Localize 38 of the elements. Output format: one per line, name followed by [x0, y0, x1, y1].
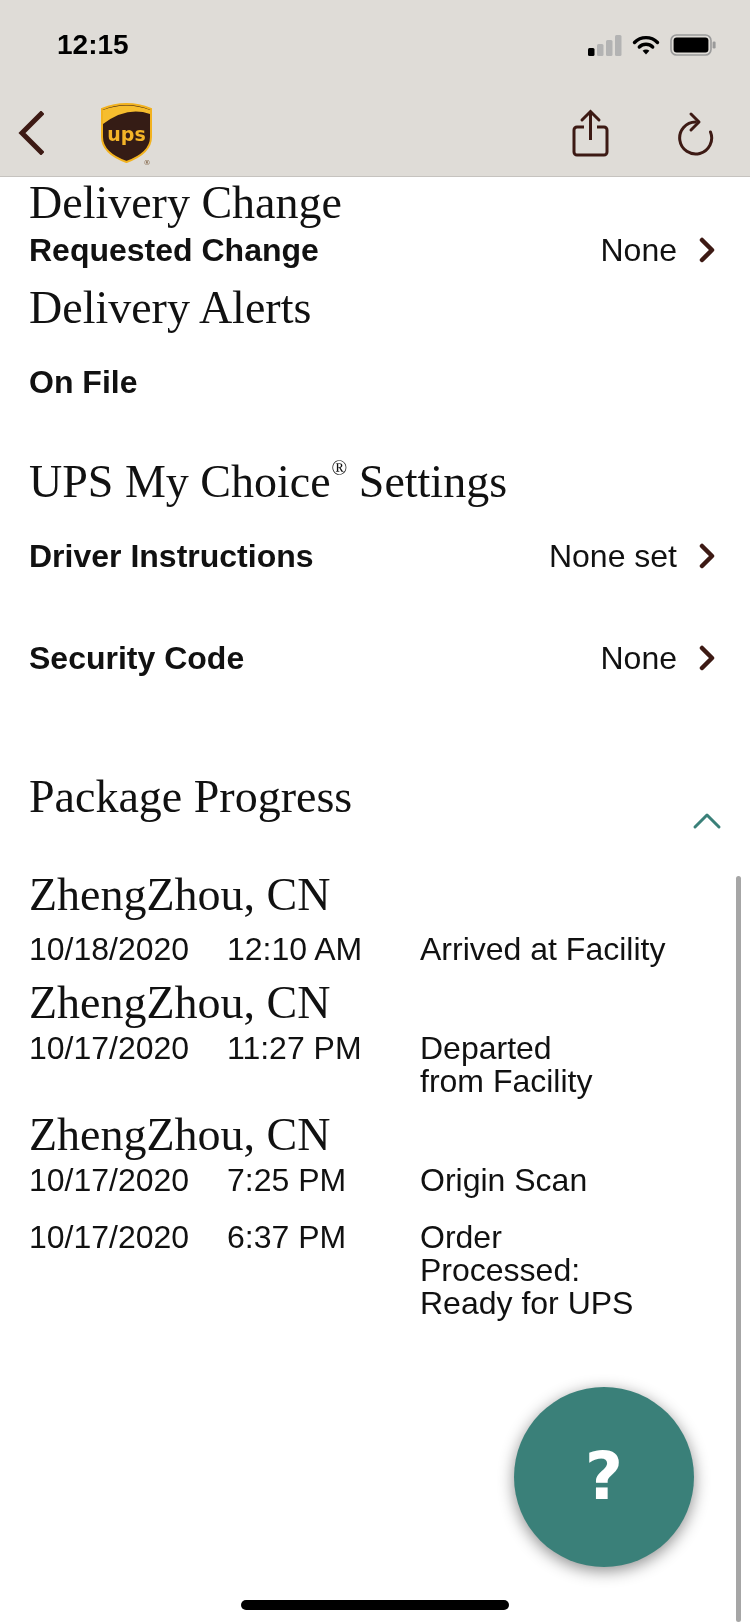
location-name: ZhengZhou, CN: [29, 869, 332, 921]
event-status: Arrived at Facility: [420, 933, 666, 966]
status-time: 12:15: [57, 31, 129, 59]
back-icon[interactable]: [18, 111, 44, 155]
chevron-right-icon[interactable]: [698, 543, 716, 569]
setting-value: None set: [548, 538, 677, 574]
section-title: Delivery Alerts: [29, 282, 313, 334]
event-date: 10/17/2020: [29, 1221, 190, 1257]
chevron-up-icon[interactable]: [692, 811, 722, 831]
chevron-right-icon[interactable]: [698, 237, 716, 263]
event-date: 10/17/2020: [29, 1032, 190, 1068]
event-date: 10/17/2020: [29, 1164, 190, 1197]
event-status: Order Processed: Ready for UPS: [420, 1221, 634, 1320]
share-icon[interactable]: [572, 109, 609, 157]
section-title: Package Progress: [29, 771, 353, 823]
section-title: Delivery Change: [29, 177, 343, 229]
event-time: 11:27 PM: [227, 1032, 362, 1068]
event-time: 7:25 PM: [227, 1164, 347, 1197]
section-title: UPS My Choice$^{®}$ Settings: [29, 456, 509, 508]
battery-icon: [670, 34, 716, 56]
help-button[interactable]: ?: [514, 1387, 694, 1567]
refresh-icon[interactable]: [677, 110, 714, 156]
event-time: 6:37 PM: [227, 1221, 347, 1257]
event-time: 12:10 AM: [227, 933, 363, 966]
setting-value: None: [600, 640, 677, 676]
chevron-right-icon[interactable]: [698, 645, 716, 671]
setting-label: Driver Instructions: [29, 538, 314, 574]
wifi-icon: [632, 35, 660, 55]
setting-label: Security Code: [29, 640, 245, 676]
event-date: 10/18/2020: [29, 933, 190, 966]
signal-icon: [588, 34, 622, 56]
setting-value: None: [600, 232, 677, 268]
setting-label: On File: [29, 364, 138, 400]
event-status: Departed from Facility: [420, 1032, 593, 1098]
event-status: Origin Scan: [420, 1164, 588, 1197]
setting-label: Requested Change: [29, 232, 319, 268]
location-name: ZhengZhou, CN: [29, 1109, 332, 1161]
location-name: ZhengZhou, CN: [29, 977, 332, 1029]
